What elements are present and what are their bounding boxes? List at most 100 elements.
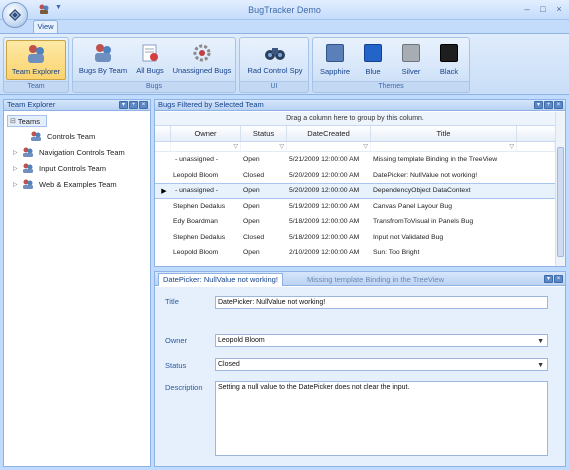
tab-view[interactable]: View bbox=[33, 20, 58, 34]
application-menu-button[interactable] bbox=[2, 2, 28, 28]
unassigned-bugs-button[interactable]: Unassigned Bugs bbox=[169, 40, 235, 80]
rad-control-spy-button[interactable]: Rad Control Spy bbox=[244, 40, 306, 80]
status-label: Status bbox=[165, 361, 187, 370]
black-label: Black bbox=[439, 67, 459, 76]
table-row[interactable]: Leopold Bloom Open 2/10/2009 12:00:00 AM… bbox=[155, 245, 555, 261]
tree-item-label: Controls Team bbox=[47, 131, 96, 141]
sapphire-swatch-icon bbox=[326, 44, 344, 62]
bugs-panel-header: Bugs Filtered by Selected Team ▾ + × bbox=[155, 100, 565, 111]
window-title: BugTracker Demo bbox=[248, 5, 321, 15]
theme-silver-button[interactable]: Silver bbox=[393, 40, 429, 80]
ribbon-group-team: Team Explorer Team bbox=[3, 37, 69, 93]
bugs-by-team-button[interactable]: Bugs By Team bbox=[75, 40, 131, 80]
panel-dropdown-icon[interactable]: ▾ bbox=[544, 275, 553, 283]
blue-swatch-icon bbox=[364, 44, 382, 62]
cell-title: DependencyObject DataContext bbox=[373, 187, 471, 195]
panel-close-icon[interactable]: × bbox=[554, 101, 563, 109]
scrollbar-thumb[interactable] bbox=[557, 147, 564, 257]
filter-icon[interactable]: ▽ bbox=[363, 143, 368, 150]
table-row-selected[interactable]: ▶ - unassigned - Open 5/20/2009 12:00:00… bbox=[155, 183, 555, 199]
panel-pin-icon[interactable]: + bbox=[129, 101, 138, 109]
table-row[interactable]: Stephen Dedalus Closed 5/18/2009 12:00:0… bbox=[155, 230, 555, 246]
cell-owner: Stephen Dedalus bbox=[173, 233, 226, 241]
cell-owner: Stephen Dedalus bbox=[173, 202, 226, 210]
status-select[interactable]: Closed ▼ bbox=[215, 358, 548, 371]
collapse-icon[interactable]: ⊟ bbox=[10, 117, 16, 125]
bugs-by-team-icon bbox=[95, 44, 111, 62]
close-button[interactable]: × bbox=[552, 2, 566, 16]
table-row[interactable]: Leopold Bloom Closed 5/20/2009 12:00:00 … bbox=[155, 168, 555, 184]
team-quick-access-icon[interactable] bbox=[38, 3, 50, 15]
themes-group-label: Themes bbox=[313, 81, 469, 91]
theme-sapphire-button[interactable]: Sapphire bbox=[316, 40, 354, 80]
table-row[interactable]: Stephen Dedalus Open 5/19/2009 12:00:00 … bbox=[155, 199, 555, 215]
cell-status: Open bbox=[243, 249, 260, 257]
bug-detail-form: Title DatePicker: NullValue not working!… bbox=[155, 287, 565, 466]
cell-title: Input not Validated Bug bbox=[373, 233, 444, 241]
blue-label: Blue bbox=[365, 67, 381, 76]
group-panel[interactable]: Drag a column here to group by this colu… bbox=[155, 112, 555, 126]
dropdown-arrow-icon[interactable]: ▼ bbox=[537, 336, 544, 347]
grid-vertical-scrollbar[interactable] bbox=[555, 112, 565, 266]
all-bugs-button[interactable]: All Bugs bbox=[132, 40, 168, 80]
detail-tab[interactable]: Missing template Binding in the TreeView bbox=[307, 274, 444, 285]
tree-item-navigation-controls-team[interactable]: ▷ Navigation Controls Team bbox=[7, 144, 147, 160]
table-row[interactable]: - unassigned - Open 5/21/2009 12:00:00 A… bbox=[155, 152, 555, 168]
panel-pin-icon[interactable]: + bbox=[544, 101, 553, 109]
cell-status: Open bbox=[243, 218, 260, 226]
tree-item-web-examples-team[interactable]: ▷ Web & Examples Team bbox=[7, 176, 147, 192]
theme-black-button[interactable]: Black bbox=[431, 40, 467, 80]
cell-date: 5/20/2009 12:00:00 AM bbox=[289, 187, 360, 195]
window-controls: – □ × bbox=[520, 2, 566, 16]
panel-dropdown-icon[interactable]: ▾ bbox=[534, 101, 543, 109]
team-explorer-button[interactable]: Team Explorer bbox=[6, 40, 66, 80]
team-explorer-panel: Team Explorer ▾ + × ⊟ Teams Controls Team… bbox=[3, 99, 151, 467]
team-explorer-label: Team Explorer bbox=[11, 67, 61, 76]
column-header-title[interactable]: Title bbox=[371, 126, 517, 141]
panel-close-icon[interactable]: × bbox=[554, 275, 563, 283]
dropdown-arrow-icon[interactable]: ▼ bbox=[537, 360, 544, 371]
filter-icon[interactable]: ▽ bbox=[279, 143, 284, 150]
owner-label: Owner bbox=[165, 336, 188, 345]
tree-root[interactable]: ⊟ Teams bbox=[7, 114, 147, 128]
team-icon bbox=[23, 147, 33, 157]
cell-date: 5/21/2009 12:00:00 AM bbox=[289, 156, 360, 164]
tree-item-label: Navigation Controls Team bbox=[39, 147, 125, 157]
ribbon: Team Explorer Team Bugs By Team All Bugs… bbox=[0, 33, 569, 95]
maximize-button[interactable]: □ bbox=[536, 2, 550, 16]
ui-group-label: UI bbox=[240, 81, 308, 91]
table-row[interactable]: Edy Boardman Open 5/18/2009 12:00:00 AM … bbox=[155, 214, 555, 230]
bugs-grid: Drag a column here to group by this colu… bbox=[155, 112, 555, 266]
cell-status: Open bbox=[243, 202, 260, 210]
column-header-datecreated[interactable]: DateCreated bbox=[287, 126, 371, 141]
tree-item-label: Web & Examples Team bbox=[39, 179, 117, 189]
title-label: Title bbox=[165, 297, 179, 306]
detail-tab-active[interactable]: DatePicker: NullValue not working! bbox=[158, 273, 283, 286]
ribbon-group-ui: Rad Control Spy UI bbox=[239, 37, 309, 93]
description-textarea[interactable]: Setting a null value to the DatePicker d… bbox=[215, 381, 548, 456]
column-header-filler bbox=[517, 126, 555, 141]
title-field[interactable]: DatePicker: NullValue not working! bbox=[215, 296, 548, 309]
tree-item-input-controls-team[interactable]: ▷ Input Controls Team bbox=[7, 160, 147, 176]
owner-select[interactable]: Leopold Bloom ▼ bbox=[215, 334, 548, 347]
panel-close-icon[interactable]: × bbox=[139, 101, 148, 109]
tree-item-controls-team[interactable]: Controls Team bbox=[7, 128, 147, 144]
expand-icon[interactable]: ▷ bbox=[13, 165, 21, 172]
minimize-button[interactable]: – bbox=[520, 2, 534, 16]
column-header-status[interactable]: Status bbox=[241, 126, 287, 141]
grid-rows: - unassigned - Open 5/21/2009 12:00:00 A… bbox=[155, 152, 555, 261]
panel-dropdown-icon[interactable]: ▾ bbox=[119, 101, 128, 109]
cell-title: Missing template Binding in the TreeView bbox=[373, 156, 498, 164]
app-logo-icon bbox=[8, 8, 22, 22]
filter-icon[interactable]: ▽ bbox=[509, 143, 514, 150]
bug-detail-panel: DatePicker: NullValue not working! Missi… bbox=[154, 271, 566, 467]
cell-title: Canvas Panel Layour Bug bbox=[373, 202, 452, 210]
expand-icon[interactable]: ▷ bbox=[13, 181, 21, 188]
theme-blue-button[interactable]: Blue bbox=[355, 40, 391, 80]
expand-icon[interactable]: ▷ bbox=[13, 149, 21, 156]
column-header-owner[interactable]: Owner bbox=[171, 126, 241, 141]
filter-row: ▽ ▽ ▽ ▽ bbox=[155, 142, 555, 152]
team-explorer-header: Team Explorer ▾ + × bbox=[4, 100, 150, 111]
qat-dropdown-icon[interactable]: ▼ bbox=[55, 4, 62, 11]
filter-icon[interactable]: ▽ bbox=[233, 143, 238, 150]
